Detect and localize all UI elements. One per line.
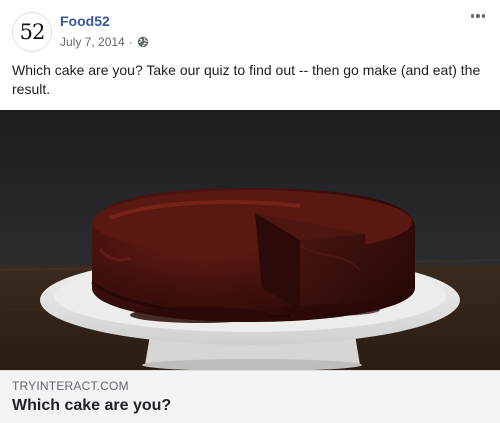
more-options-icon[interactable] xyxy=(468,8,488,24)
link-title[interactable]: Which cake are you? xyxy=(12,397,171,415)
meta-separator: · xyxy=(128,35,133,49)
link-domain: TRYINTERACT.COM xyxy=(12,379,129,393)
facebook-post: 52 Food52 July 7, 2014 · Which cake are … xyxy=(0,0,500,423)
globe-icon[interactable] xyxy=(137,36,149,48)
cake-photo[interactable] xyxy=(0,110,500,370)
post-text: Which cake are you? Take our quiz to fin… xyxy=(12,62,481,97)
post-meta: July 7, 2014 · xyxy=(60,35,149,49)
post-date[interactable]: July 7, 2014 xyxy=(60,35,125,49)
post-header: 52 Food52 July 7, 2014 · xyxy=(0,0,500,58)
avatar-logo-text: 52 xyxy=(19,20,46,44)
page-avatar[interactable]: 52 xyxy=(12,12,52,52)
link-preview[interactable]: TRYINTERACT.COM Which cake are you? xyxy=(0,370,500,423)
page-name-link[interactable]: Food52 xyxy=(60,13,110,29)
